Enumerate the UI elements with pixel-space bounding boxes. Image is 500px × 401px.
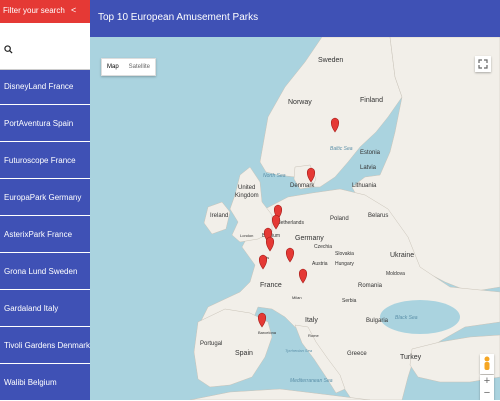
park-list-item[interactable]: Walibi Belgium [0, 365, 90, 401]
label-hungary: Hungary [335, 261, 354, 267]
park-list-item-label: Futuroscope France [4, 156, 76, 165]
zoom-in-button[interactable]: + [480, 375, 494, 387]
park-list-item[interactable]: PortAventura Spain [0, 106, 90, 142]
label-latvia: Latvia [360, 165, 377, 171]
label-greece: Greece [347, 351, 367, 357]
fullscreen-icon [478, 59, 488, 69]
park-list-item[interactable]: Grona Lund Sweden [0, 254, 90, 290]
label-serbia: Serbia [342, 298, 357, 304]
label-kingdom: Kingdom [235, 193, 259, 199]
park-list-item[interactable]: Gardaland Italy [0, 291, 90, 327]
label-poland: Poland [330, 216, 349, 222]
map-view[interactable]: Sweden Finland Norway Estonia Latvia Lit… [90, 37, 500, 400]
park-list-item[interactable]: EuropaPark Germany [0, 180, 90, 216]
search-title: Filter your search [3, 6, 65, 15]
label-mediterranean-sea: Mediterranean Sea [290, 378, 333, 384]
label-slovakia: Slovakia [335, 251, 354, 257]
label-tyrrhenian-sea: Tyrrhenian Sea [285, 348, 313, 353]
label-rome: Rome [308, 333, 319, 338]
label-austria: Austria [312, 261, 328, 267]
label-moldova: Moldova [386, 271, 405, 277]
search-input[interactable] [16, 37, 90, 57]
label-italy: Italy [305, 317, 318, 324]
label-turkey: Turkey [400, 354, 422, 361]
park-list-item-label: Gardaland Italy [4, 304, 59, 313]
label-milan: Milan [292, 295, 302, 300]
fullscreen-button[interactable] [475, 56, 491, 72]
label-france: France [260, 282, 282, 289]
label-belarus: Belarus [368, 213, 388, 219]
label-norway: Norway [288, 99, 312, 106]
zoom-control: + − [480, 375, 494, 400]
map-type-satellite-button[interactable]: Satellite [124, 64, 155, 70]
label-ireland: Ireland [210, 213, 228, 219]
label-lithuania: Lithuania [352, 183, 377, 189]
label-baltic-sea: Baltic Sea [330, 146, 353, 152]
page-title: Top 10 European Amusement Parks [98, 12, 259, 23]
label-estonia: Estonia [360, 150, 381, 156]
label-barcelona: Barcelona [258, 330, 277, 335]
label-romania: Romania [358, 283, 383, 289]
label-london: London [240, 233, 253, 238]
park-list-item[interactable]: DisneyLand France [0, 69, 90, 105]
park-list-item-label: Grona Lund Sweden [4, 267, 78, 276]
park-list-item[interactable]: Tivoli Gardens Denmark [0, 328, 90, 364]
park-list-item-label: Tivoli Gardens Denmark [4, 341, 90, 350]
sidebar: Filter your search < DisneyLand France Po… [0, 0, 90, 401]
park-list-item[interactable]: AsterixPark France [0, 217, 90, 253]
park-list-item-label: DisneyLand France [4, 82, 74, 91]
label-united: United [238, 185, 255, 191]
park-list-item-label: AsterixPark France [4, 230, 73, 239]
search-icon [4, 41, 13, 59]
pegman-icon [484, 356, 490, 370]
label-netherlands: Netherlands [277, 220, 304, 226]
park-list-item[interactable]: Futuroscope France [0, 143, 90, 179]
app-header: Top 10 European Amusement Parks [90, 0, 500, 37]
label-bulgaria: Bulgaria [366, 318, 389, 324]
label-ukraine: Ukraine [390, 252, 414, 259]
zoom-out-button[interactable]: − [480, 387, 494, 399]
map-canvas[interactable]: Sweden Finland Norway Estonia Latvia Lit… [90, 37, 500, 400]
search-header: Filter your search < [0, 0, 90, 23]
map-type-control: Map Satellite [101, 58, 157, 76]
street-view-button[interactable] [480, 354, 494, 374]
label-finland: Finland [360, 97, 383, 104]
label-germany: Germany [295, 235, 324, 242]
label-czechia: Czechia [314, 244, 332, 250]
label-denmark: Denmark [290, 183, 315, 189]
park-list-item-label: EuropaPark Germany [4, 193, 82, 202]
park-list-item-label: Walibi Belgium [4, 378, 57, 387]
label-black-sea: Black Sea [395, 315, 418, 321]
label-north-sea: North Sea [263, 173, 286, 179]
search-box [0, 23, 90, 70]
collapse-sidebar-button[interactable]: < [71, 5, 76, 15]
label-spain: Spain [235, 350, 253, 357]
map-type-map-button[interactable]: Map [102, 64, 124, 70]
label-portugal: Portugal [200, 341, 222, 347]
park-list-item-label: PortAventura Spain [4, 119, 74, 128]
label-sweden: Sweden [318, 57, 343, 64]
